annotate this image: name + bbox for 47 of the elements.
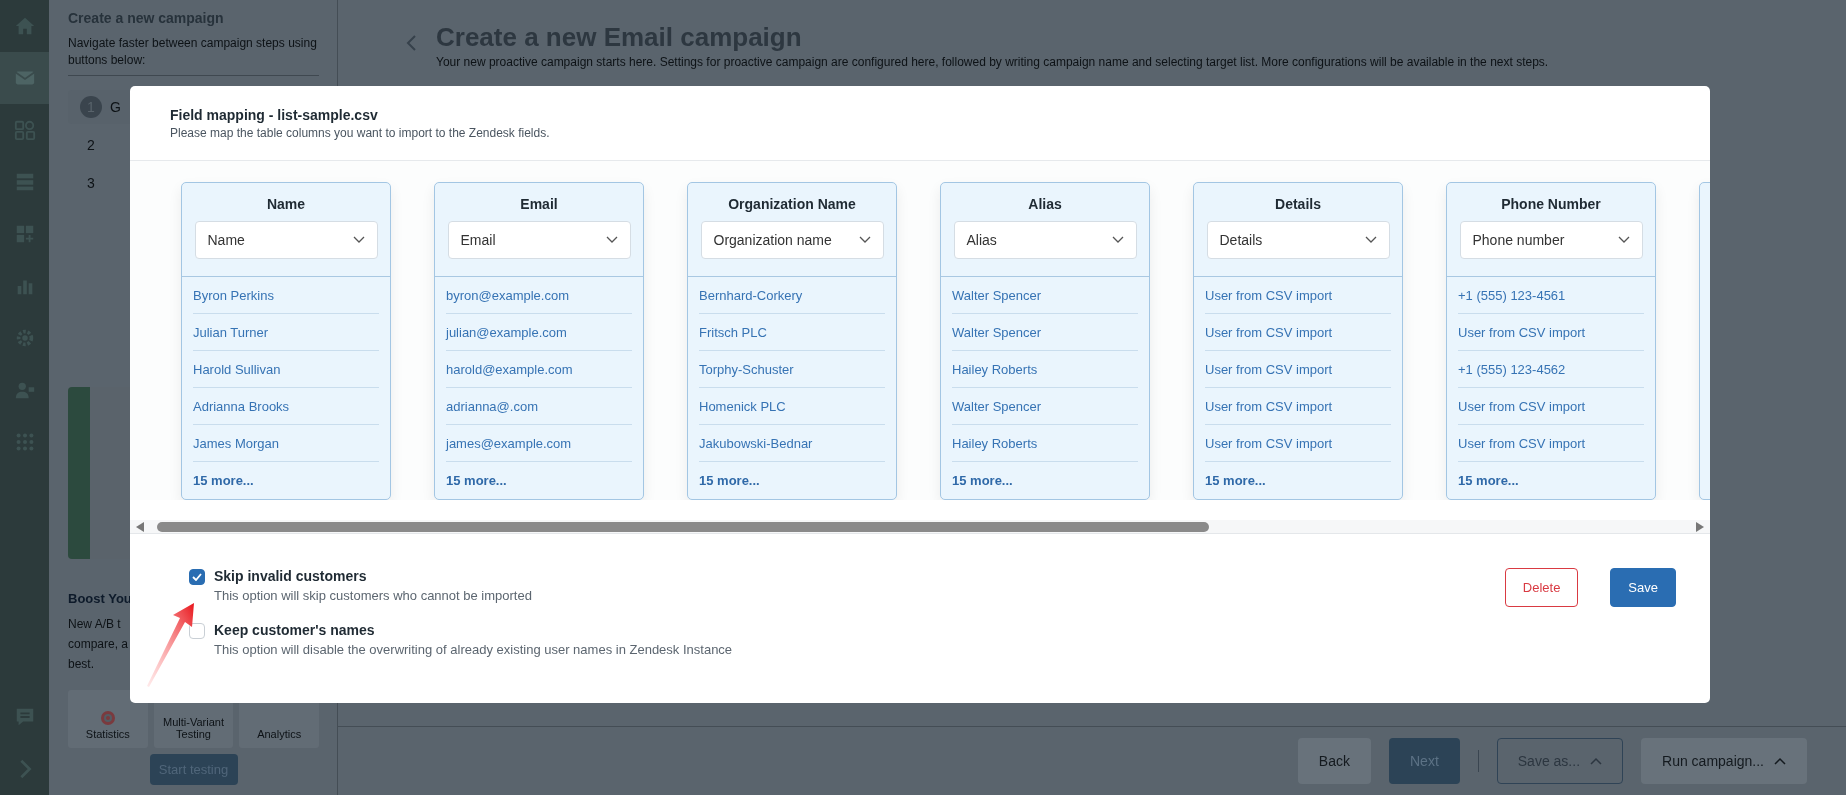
value-cell: julian@example.com xyxy=(446,314,632,351)
value-cell: Walter Spencer xyxy=(952,277,1138,314)
option-label: Keep customer's names xyxy=(214,622,376,638)
value-cell: User from CSV import xyxy=(1458,314,1644,351)
value-cell: +1 (555) 123-4562 xyxy=(1458,351,1644,388)
value-cell: Harold Sullivan xyxy=(193,351,379,388)
value-cell: Bernhard-Corkery xyxy=(699,277,885,314)
value-cell: adrianna@.com xyxy=(446,388,632,425)
promo-text: New A/B t xyxy=(68,616,121,633)
value-cell: User from CSV import xyxy=(1458,388,1644,425)
value-cell: harold@example.com xyxy=(446,351,632,388)
value-cell: Hailey Roberts xyxy=(952,425,1138,462)
dialog-subtitle: Please map the table columns you want to import to the Zendesk fields. xyxy=(170,126,551,140)
column-header: Email xyxy=(520,196,558,212)
option-description: This option will disable the overwriting of already existing user names in Zendesk Instance xyxy=(214,642,733,657)
column-header: Alias xyxy=(1028,196,1062,212)
value-cell: james@example.com xyxy=(446,425,632,462)
dialog-title: Field mapping - list-sample.csv xyxy=(170,107,379,123)
value-cell: Fritsch PLC xyxy=(699,314,885,351)
value-cell: User from CSV import xyxy=(1205,388,1391,425)
column-header: Details xyxy=(1275,196,1321,212)
value-cell: Adrianna Brooks xyxy=(193,388,379,425)
value-cell: Torphy-Schuster xyxy=(699,351,885,388)
value-cell: Walter Spencer xyxy=(952,314,1138,351)
value-cell: Byron Perkins xyxy=(193,277,379,314)
value-cell: James Morgan xyxy=(193,425,379,462)
column-header: Phone Number xyxy=(1501,196,1601,212)
column-header: Organization Name xyxy=(728,196,856,212)
value-cell: User from CSV import xyxy=(1205,314,1391,351)
value-cell: +1 (555) 123-4561 xyxy=(1458,277,1644,314)
value-cell: User from CSV import xyxy=(1205,351,1391,388)
value-cell: Julian Turner xyxy=(193,314,379,351)
option-description: This option will skip customers who cannot be imported xyxy=(214,588,532,603)
promo-text: compare, a xyxy=(68,636,129,653)
value-cell: Jakubowski-Bednar xyxy=(699,425,885,462)
value-cell: byron@example.com xyxy=(446,277,632,314)
value-cell: User from CSV import xyxy=(1205,277,1391,314)
value-cell: User from CSV import xyxy=(1458,425,1644,462)
page-subtitle: Your new proactive campaign starts here. Settings for proactive campaign are configured here, followed by writing campaign name and selecting target list. More configurations will be available in the next steps. xyxy=(436,55,1549,69)
value-cell: Homenick PLC xyxy=(699,388,885,425)
value-cell: Walter Spencer xyxy=(952,388,1138,425)
value-cell: User from CSV import xyxy=(1205,425,1391,462)
sidebar-subtitle: Navigate faster between campaign steps using buttons below: xyxy=(68,35,319,76)
option-label: Skip invalid customers xyxy=(214,568,368,584)
column-header: Name xyxy=(266,196,306,212)
value-cell: Hailey Roberts xyxy=(952,351,1138,388)
promo-text: best. xyxy=(68,656,94,673)
